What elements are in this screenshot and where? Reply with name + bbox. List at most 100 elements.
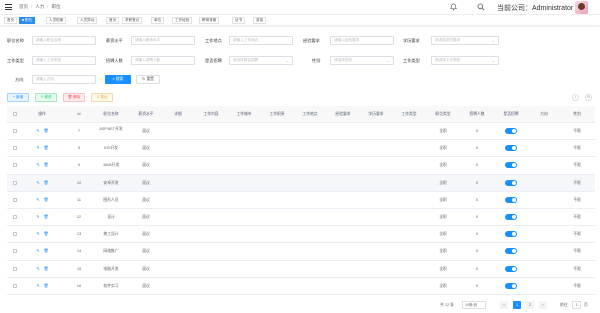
recruiting-toggle[interactable] bbox=[505, 145, 517, 152]
recruiting-toggle[interactable] bbox=[505, 162, 517, 169]
work-location-input[interactable]: 请输入工作地点 bbox=[229, 36, 293, 45]
column-header: 工作类型 bbox=[401, 112, 417, 116]
gender-select[interactable]: 请选择性别 ⌄ bbox=[330, 56, 394, 65]
recruiting-toggle[interactable] bbox=[505, 179, 517, 186]
select-all-checkbox[interactable] bbox=[13, 112, 17, 116]
table-row[interactable]: ✎ 🗑 10 安卓开发 面议 全职 0 不限 bbox=[7, 174, 595, 192]
delete-row-icon[interactable]: 🗑 bbox=[43, 161, 48, 169]
tag-view[interactable]: 工作经验 bbox=[172, 17, 193, 24]
experience-input[interactable]: 请输入经验要求 bbox=[330, 36, 394, 45]
row-checkbox[interactable] bbox=[13, 197, 17, 202]
table-row[interactable]: ✎ 🗑 7 ASP.NET开发 面议 全职 0 不限 bbox=[7, 123, 595, 141]
field-label: 职位名称 bbox=[7, 38, 24, 43]
breadcrumb-item[interactable]: 人力 bbox=[35, 4, 44, 10]
tag-view[interactable]: 人员档案 bbox=[46, 17, 67, 24]
field-label: 工作类型 bbox=[403, 58, 420, 63]
delete-row-icon[interactable]: 🗑 bbox=[43, 213, 48, 221]
avatar[interactable] bbox=[575, 1, 588, 14]
tag-view[interactable]: 首页 bbox=[4, 17, 18, 24]
row-checkbox[interactable] bbox=[13, 129, 17, 133]
row-checkbox[interactable] bbox=[13, 249, 17, 254]
recruiting-toggle[interactable] bbox=[505, 128, 517, 134]
edit-row-icon[interactable]: ✎ bbox=[36, 265, 39, 273]
page-size-select[interactable]: 10条/页 bbox=[462, 301, 486, 309]
edit-row-icon[interactable]: ✎ bbox=[36, 127, 39, 135]
table-row[interactable]: ✎ 🗑 16 软件实习 面议 全职 0 不限 bbox=[7, 277, 595, 295]
edit-row-icon[interactable]: ✎ bbox=[36, 196, 39, 204]
salary-input[interactable]: 请输入薪资水平 bbox=[131, 36, 195, 45]
recruiting-toggle[interactable] bbox=[505, 282, 517, 289]
edit-button[interactable]: ✎ 修改 bbox=[35, 93, 57, 102]
delete-row-icon[interactable]: 🗑 bbox=[43, 282, 48, 290]
page-button[interactable]: 2 bbox=[526, 301, 534, 309]
row-checkbox[interactable] bbox=[13, 146, 17, 151]
work-type-select[interactable]: 请选择工作类型 ⌄ bbox=[431, 56, 499, 65]
headcount-input[interactable]: 请输入招聘人数 bbox=[131, 56, 195, 65]
delete-row-icon[interactable]: 🗑 bbox=[43, 144, 48, 152]
table-row[interactable]: ✎ 🗑 13 美工设计 面议 全职 0 不限 bbox=[7, 226, 595, 244]
row-checkbox[interactable] bbox=[13, 266, 17, 271]
edit-row-icon[interactable]: ✎ bbox=[36, 144, 39, 152]
search-toggle-icon[interactable]: ⌕ bbox=[572, 94, 579, 101]
recruiting-toggle[interactable] bbox=[505, 196, 517, 203]
recruiting-toggle[interactable] bbox=[505, 265, 517, 272]
field-label: 学历要求 bbox=[403, 38, 420, 43]
table-row[interactable]: ✎ 🗑 14 网络推广 面议 全职 0 不限 bbox=[7, 243, 595, 261]
delete-row-icon[interactable]: 🗑 bbox=[43, 179, 48, 187]
tag-view[interactable]: 证书 bbox=[232, 17, 246, 24]
bell-icon[interactable] bbox=[450, 3, 457, 11]
table-row[interactable]: ✎ 🗑 12 设计 面议 全职 0 不限 bbox=[7, 208, 595, 227]
table-row[interactable]: ✎ 🗑 9 JAVA开发 面议 全职 0 不限 bbox=[7, 157, 595, 175]
cell-id: 14 bbox=[76, 249, 82, 254]
tag-view[interactable]: 教育背景 bbox=[199, 17, 220, 24]
row-checkbox[interactable] bbox=[13, 232, 17, 237]
direction-input[interactable]: 请输入方向 bbox=[32, 75, 96, 84]
edit-row-icon[interactable]: ✎ bbox=[36, 247, 39, 255]
table-row[interactable]: ✎ 🗑 15 电脑开发 面议 全职 0 不限 bbox=[7, 260, 595, 278]
recruiting-toggle[interactable] bbox=[505, 248, 517, 255]
search-button[interactable]: ⌕ 搜索 bbox=[105, 75, 131, 84]
add-button[interactable]: + 新增 bbox=[7, 93, 29, 102]
search-icon[interactable] bbox=[477, 3, 485, 11]
tag-view-active[interactable]: 职位 bbox=[19, 17, 36, 24]
position-name-input[interactable]: 请输入职位名称 bbox=[32, 36, 96, 45]
education-select[interactable]: 请选择学历要求 ⌄ bbox=[431, 36, 499, 45]
edit-row-icon[interactable]: ✎ bbox=[36, 282, 39, 290]
work-type-input[interactable]: 请输入工作类型 bbox=[32, 56, 96, 65]
edit-row-icon[interactable]: ✎ bbox=[36, 213, 39, 221]
recruiting-toggle[interactable] bbox=[505, 231, 517, 238]
delete-row-icon[interactable]: 🗑 bbox=[43, 196, 48, 204]
tag-view[interactable]: 首页 bbox=[106, 17, 120, 24]
tag-view[interactable]: 奖惩 bbox=[253, 17, 267, 24]
breadcrumb-item[interactable]: 首页 bbox=[19, 4, 28, 10]
edit-row-icon[interactable]: ✎ bbox=[36, 161, 39, 169]
row-checkbox[interactable] bbox=[13, 163, 17, 168]
cell-salary: 面议 bbox=[142, 214, 150, 219]
delete-row-icon[interactable]: 🗑 bbox=[43, 230, 48, 238]
hamburger-icon[interactable] bbox=[5, 4, 12, 10]
goto-page-input[interactable]: 1 bbox=[572, 301, 581, 309]
tag-view[interactable]: 求职登记 bbox=[122, 17, 143, 24]
page-button-current[interactable]: 1 bbox=[513, 301, 521, 309]
row-checkbox[interactable] bbox=[13, 214, 17, 219]
delete-button[interactable]: 🗑 删除 bbox=[63, 93, 85, 102]
edit-row-icon[interactable]: ✎ bbox=[36, 179, 39, 187]
edit-row-icon[interactable]: ✎ bbox=[36, 230, 39, 238]
tag-view[interactable]: 人员异动 bbox=[77, 17, 98, 24]
delete-row-icon[interactable]: 🗑 bbox=[43, 265, 48, 273]
row-checkbox[interactable] bbox=[13, 180, 17, 185]
table-row[interactable]: ✎ 🗑 11 图形人员 面议 全职 0 不限 bbox=[7, 191, 595, 209]
refresh-icon[interactable]: ↻ bbox=[585, 94, 592, 101]
tag-view[interactable]: 单位 bbox=[151, 17, 165, 24]
next-page-button[interactable]: › bbox=[539, 301, 547, 309]
delete-row-icon[interactable]: 🗑 bbox=[43, 247, 48, 255]
reset-button[interactable]: ↻ 重置 bbox=[136, 75, 160, 84]
recruiting-select[interactable]: 请选择是否招聘 ⌄ bbox=[229, 56, 293, 65]
recruiting-toggle[interactable] bbox=[505, 213, 517, 220]
export-button[interactable]: ⇩ 导出 bbox=[91, 93, 113, 102]
row-checkbox[interactable] bbox=[13, 283, 17, 288]
table-row[interactable]: ✎ 🗑 9 IOS开发 面议 全职 0 不限 bbox=[7, 140, 595, 158]
prev-page-button[interactable]: ‹ bbox=[500, 301, 508, 309]
delete-row-icon[interactable]: 🗑 bbox=[43, 127, 48, 135]
button-label: 导出 bbox=[100, 95, 108, 99]
